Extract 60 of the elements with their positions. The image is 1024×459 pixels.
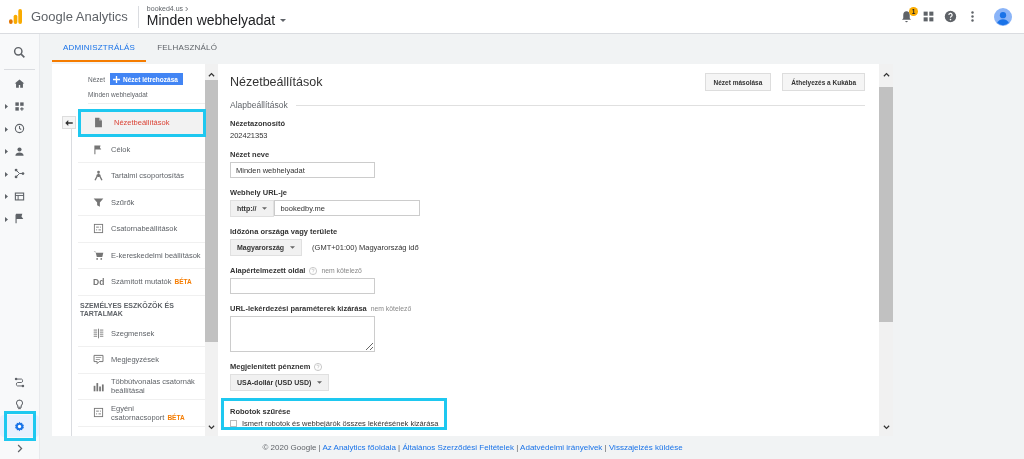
flag-icon: [93, 143, 104, 155]
caret-icon: [280, 18, 287, 22]
channel-settings-icon: [93, 223, 104, 235]
table-icon[interactable]: [14, 190, 25, 202]
checkbox[interactable]: [230, 420, 237, 427]
bar-chart-icon: [93, 380, 104, 392]
home-icon[interactable]: [14, 78, 25, 90]
chevron-down-icon: [882, 425, 890, 430]
expand-arrow-icon[interactable]: [5, 216, 8, 222]
caret-icon: [317, 381, 323, 384]
expand-arrow-icon[interactable]: [5, 194, 8, 199]
caret-icon: [262, 207, 268, 210]
apps-icon[interactable]: [922, 10, 935, 23]
logo-icon: [9, 9, 22, 24]
view-selector[interactable]: Minden webhelyadat: [146, 12, 287, 28]
expand-arrow-icon[interactable]: [5, 104, 8, 109]
chevron-right-icon: [185, 5, 190, 12]
figure-icon: [93, 170, 104, 182]
product-name: Google Analytics: [31, 9, 128, 24]
chevron-down-icon: [208, 425, 215, 430]
section-title: Alapbeállítások: [230, 100, 288, 110]
comment-icon: [93, 354, 104, 366]
back-button[interactable]: [62, 116, 76, 129]
footer-link[interactable]: Az Analytics főoldala: [322, 443, 396, 452]
footer-text: © 2020 Google | Az Analytics főoldala | Általános Szerződési Feltételek | Adatvédelmi irányelvek | Visszajelzés küldése: [262, 443, 683, 452]
channel-settings-icon: [93, 407, 104, 419]
scrollbar-thumb[interactable]: [879, 87, 893, 322]
cart-icon: [93, 249, 104, 261]
chevron-up-icon: [208, 72, 215, 77]
expand-arrow-icon[interactable]: [5, 171, 8, 177]
lightbulb-icon[interactable]: [14, 398, 25, 410]
expand-arrow-icon[interactable]: [5, 149, 8, 154]
settings-icon[interactable]: [14, 420, 25, 432]
avatar-icon[interactable]: [994, 7, 1012, 26]
clock-icon[interactable]: [14, 123, 25, 135]
filter-icon: [93, 196, 104, 208]
segments-icon: [93, 327, 104, 339]
formula-icon: Dd: [93, 276, 104, 287]
footer-link[interactable]: Visszajelzés küldése: [608, 443, 683, 452]
tab[interactable]: FELHASZNÁLÓ: [146, 34, 229, 62]
arrow-left-icon: [65, 119, 73, 126]
dashboard-icon[interactable]: [14, 100, 25, 112]
caret-icon: [290, 246, 296, 249]
tab[interactable]: ADMINISZTRÁLÁS: [52, 34, 147, 62]
footer-link[interactable]: Adatvédelmi irányelvek: [520, 443, 603, 452]
chevron-up-icon: [882, 72, 890, 77]
route-icon[interactable]: [14, 376, 25, 388]
bell-icon[interactable]: [900, 10, 913, 23]
expand-arrow-icon[interactable]: [5, 126, 8, 132]
footer-link[interactable]: Általános Szerződési Feltételek: [402, 443, 514, 452]
plus-icon: [113, 75, 120, 83]
person-icon[interactable]: [14, 145, 25, 157]
scrollbar-thumb[interactable]: [205, 80, 218, 342]
help-icon[interactable]: [944, 10, 957, 23]
flag-icon[interactable]: [14, 213, 25, 225]
share-icon[interactable]: [14, 168, 25, 180]
search-icon[interactable]: [13, 45, 26, 59]
document-icon: [93, 117, 104, 129]
text-field[interactable]: [230, 278, 375, 294]
page-title: Nézetbeállítások: [230, 75, 324, 89]
